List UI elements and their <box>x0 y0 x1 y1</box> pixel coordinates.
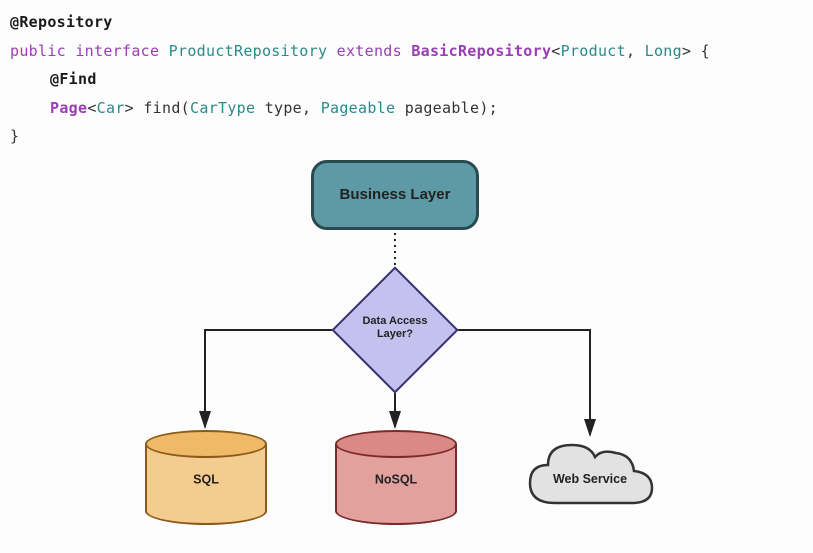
nosql-node: NoSQL <box>335 430 457 525</box>
data-access-layer-label: Data Access Layer? <box>345 315 445 341</box>
method-find: find <box>143 99 180 117</box>
brace-close: } <box>10 127 19 145</box>
code-block: @Repository public interface ProductRepo… <box>0 0 813 159</box>
web-service-label: Web Service <box>520 468 660 492</box>
type-pageable: Pageable <box>321 99 396 117</box>
type-product: Product <box>561 42 626 60</box>
keyword-interface: interface <box>75 42 159 60</box>
keyword-extends: extends <box>337 42 402 60</box>
type-page: Page <box>50 99 87 117</box>
type-cartype: CarType <box>190 99 255 117</box>
type-car: Car <box>97 99 125 117</box>
keyword-public: public <box>10 42 66 60</box>
param-type: type <box>265 99 302 117</box>
annotation-find: @Find <box>50 70 97 88</box>
code-line-4: Page<Car> find(CarType type, Pageable pa… <box>10 94 803 123</box>
sql-node: SQL <box>145 430 267 525</box>
param-pageable: pageable <box>405 99 480 117</box>
sql-label: SQL <box>145 468 267 492</box>
type-productrepository: ProductRepository <box>169 42 328 60</box>
type-long: Long <box>645 42 682 60</box>
business-layer-label: Business Layer <box>340 181 451 210</box>
code-line-1: @Repository <box>10 8 803 37</box>
type-basicrepository: BasicRepository <box>411 42 551 60</box>
annotation-repository: @Repository <box>10 13 113 31</box>
nosql-label: NoSQL <box>335 468 457 492</box>
code-line-5: } <box>10 122 803 151</box>
architecture-diagram: Business Layer Data Access Layer? SQL No… <box>0 155 813 553</box>
web-service-node: Web Service <box>520 433 660 523</box>
brace-open: { <box>701 42 710 60</box>
code-line-2: public interface ProductRepository exten… <box>10 37 803 66</box>
business-layer-node: Business Layer <box>311 160 479 230</box>
code-line-3: @Find <box>10 65 803 94</box>
stmt-end: ); <box>479 99 498 117</box>
